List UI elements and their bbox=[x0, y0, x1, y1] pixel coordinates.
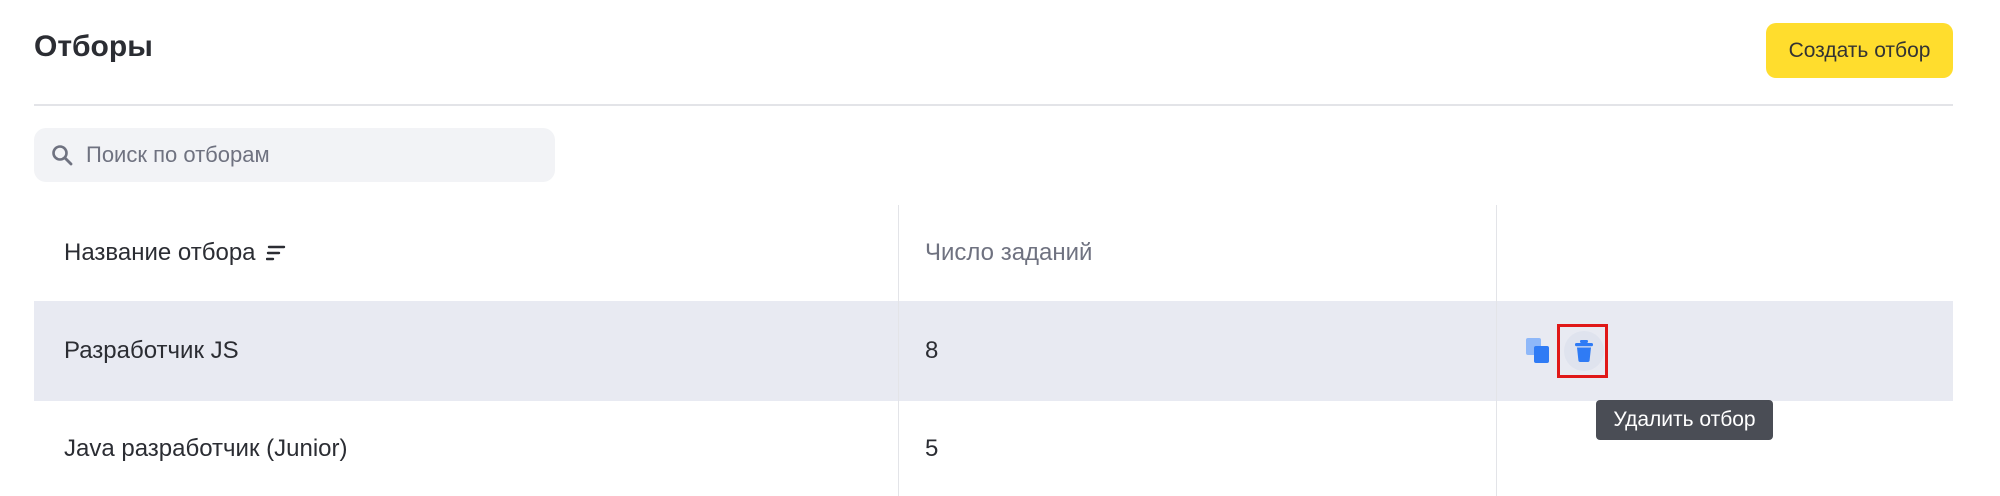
row-name: Разработчик JS bbox=[64, 337, 239, 364]
copy-icon[interactable] bbox=[1525, 337, 1551, 365]
row-count: 8 bbox=[925, 337, 939, 364]
search-box[interactable] bbox=[34, 128, 555, 182]
delete-highlight bbox=[1557, 324, 1608, 378]
create-selection-button[interactable]: Создать отбор bbox=[1766, 23, 1953, 78]
header-divider bbox=[34, 104, 1953, 106]
search-input[interactable] bbox=[86, 128, 546, 182]
row-name: Java разработчик (Junior) bbox=[64, 435, 348, 462]
search-icon bbox=[52, 145, 73, 166]
delete-button[interactable] bbox=[1564, 331, 1604, 371]
page: Отборы Создать отбор Название отбора Чис… bbox=[0, 0, 2000, 496]
sort-icon[interactable] bbox=[265, 244, 286, 262]
column-header-name-label: Название отбора bbox=[64, 239, 256, 266]
column-divider bbox=[1496, 205, 1497, 496]
table-row[interactable]: Разработчик JS 8 bbox=[34, 301, 1953, 401]
column-header-count: Число заданий bbox=[925, 239, 1093, 266]
selections-table: Название отбора Число заданий Разработчи… bbox=[34, 205, 1953, 496]
column-header-name[interactable]: Название отбора bbox=[64, 239, 286, 267]
column-divider bbox=[898, 205, 899, 496]
row-count: 5 bbox=[925, 435, 939, 462]
trash-icon bbox=[1575, 340, 1593, 362]
page-title: Отборы bbox=[34, 30, 153, 63]
delete-tooltip: Удалить отбор bbox=[1596, 400, 1773, 440]
table-header-row: Название отбора Число заданий bbox=[34, 205, 1953, 301]
